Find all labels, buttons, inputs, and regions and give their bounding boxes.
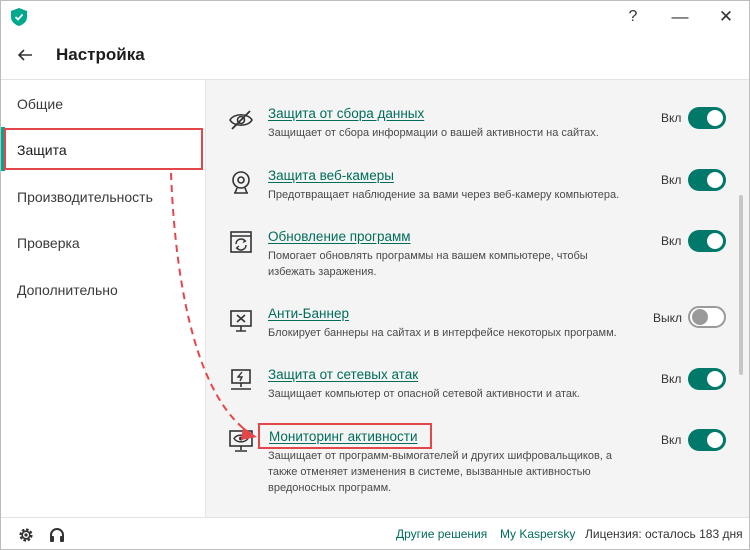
update-icon (230, 231, 252, 253)
kaspersky-shield-icon (11, 8, 27, 26)
toggle-knob (692, 309, 708, 325)
sidebar-item-performance[interactable]: Производительность (17, 189, 153, 205)
scrollbar[interactable] (739, 195, 743, 375)
back-arrow-icon[interactable] (15, 45, 35, 65)
help-button[interactable]: ? (620, 5, 646, 29)
toggle-switch[interactable] (688, 429, 726, 451)
eye-crossed-icon (229, 110, 253, 130)
toggle-switch[interactable] (688, 368, 726, 390)
toggle-knob (707, 172, 723, 188)
page-header: Настройка (1, 35, 749, 80)
toggle-state-label: Выкл (653, 311, 683, 325)
setting-title[interactable]: Защита от сетевых атак (268, 367, 418, 382)
setting-description: Защищает от сбора информации о вашей акт… (268, 127, 599, 139)
toggle-switch[interactable] (688, 169, 726, 191)
setting-title[interactable]: Анти-Баннер (268, 306, 349, 321)
highlight-box-activity-monitor (258, 423, 432, 449)
footer-bar: Другие решения My Kaspersky Лицензия: ос… (1, 517, 749, 549)
close-button[interactable]: ✕ (713, 5, 739, 29)
settings-list: Защита от сбора данных Защищает от сбора… (206, 80, 749, 517)
setting-description: также отменяет изменения в системе, вызв… (268, 466, 591, 478)
toggle-state-label: Вкл (661, 234, 682, 248)
setting-title[interactable]: Обновление программ (268, 229, 411, 244)
license-status[interactable]: Лицензия: осталось 183 дня (585, 527, 743, 541)
setting-description: Защищает компьютер от опасной сетевой ак… (268, 388, 580, 400)
setting-title[interactable]: Защита веб-камеры (268, 168, 394, 183)
toggle-switch[interactable] (688, 107, 726, 129)
setting-description: избежать заражения. (268, 266, 377, 278)
sidebar-item-scan[interactable]: Проверка (17, 235, 80, 251)
sidebar-item-advanced[interactable]: Дополнительно (17, 282, 118, 298)
page-title: Настройка (56, 45, 145, 64)
toggle-state-label: Вкл (661, 111, 682, 125)
banner-blocked-icon (230, 310, 252, 332)
toggle-state-label: Вкл (661, 433, 682, 447)
network-attack-icon (231, 369, 251, 390)
toggle-state-label: Вкл (661, 372, 682, 386)
setting-description: Блокирует баннеры на сайтах и в интерфей… (268, 327, 617, 339)
toggle-knob (707, 233, 723, 249)
sidebar-item-general[interactable]: Общие (17, 96, 63, 112)
setting-description: Помогает обновлять программы на вашем ко… (268, 250, 588, 262)
highlight-box-protection (4, 128, 203, 170)
activity-monitor-icon (229, 430, 253, 452)
setting-description: вредоносных программ. (268, 482, 392, 494)
setting-title[interactable]: Защита от сбора данных (268, 106, 424, 121)
toggle-switch[interactable] (688, 230, 726, 252)
title-bar: ? — ✕ (1, 1, 749, 35)
support-icon[interactable] (48, 526, 66, 544)
webcam-icon (232, 171, 250, 194)
my-kaspersky-link[interactable]: My Kaspersky (500, 527, 575, 541)
other-solutions-link[interactable]: Другие решения (396, 527, 487, 541)
app-window: ? — ✕ Настройка Общие Защита Производите… (0, 0, 750, 550)
toggle-knob (707, 432, 723, 448)
toggle-state-label: Вкл (661, 173, 682, 187)
setting-description: Защищает от программ-вымогателей и други… (268, 450, 613, 462)
toggle-switch[interactable] (688, 306, 726, 328)
toggle-knob (707, 371, 723, 387)
setting-description: Предотвращает наблюдение за вами через в… (268, 189, 620, 201)
gear-icon[interactable] (17, 526, 35, 544)
toggle-knob (707, 110, 723, 126)
minimize-button[interactable]: — (667, 5, 693, 29)
